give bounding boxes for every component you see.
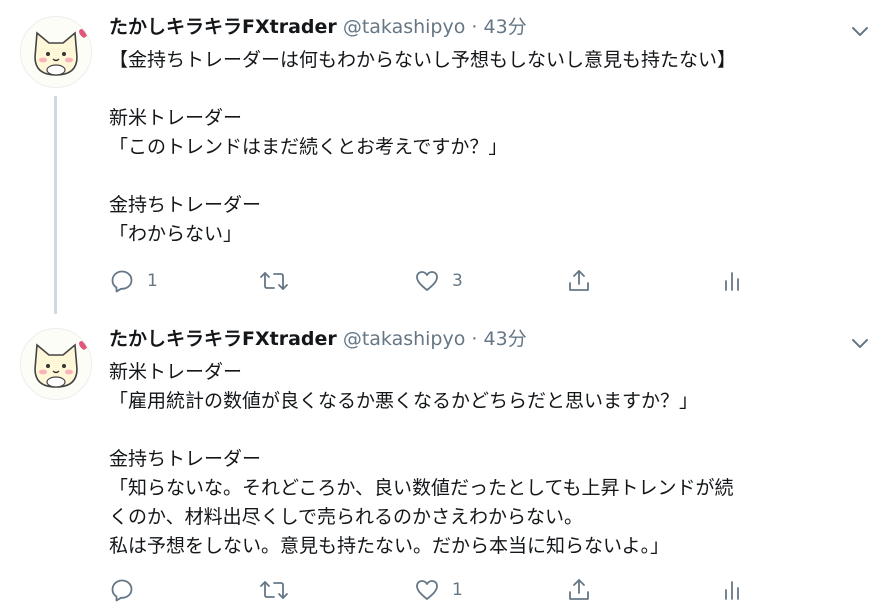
more-options-button[interactable] — [849, 20, 871, 42]
analytics-button[interactable] — [721, 266, 743, 296]
tweet-actions: 1 — [109, 575, 869, 605]
chevron-down-icon — [852, 339, 868, 348]
timestamp[interactable]: 43分 — [484, 328, 527, 350]
user-handle[interactable]: @takashipyo — [343, 328, 466, 350]
tweet-actions: 1 3 — [109, 266, 869, 296]
more-options-button[interactable] — [849, 332, 871, 354]
analytics-button[interactable] — [721, 575, 743, 605]
display-name[interactable]: たかしキラキラFXtrader — [109, 328, 337, 350]
display-name[interactable]: たかしキラキラFXtrader — [109, 16, 337, 38]
share-button[interactable] — [566, 266, 592, 296]
user-handle[interactable]: @takashipyo — [343, 16, 466, 38]
tweet-1[interactable]: たかしキラキラFXtrader @takashipyo · 43分 【金持ちトレ… — [0, 0, 891, 320]
avatar[interactable] — [20, 16, 92, 88]
like-count: 3 — [452, 271, 463, 291]
tweet-2[interactable]: たかしキラキラFXtrader @takashipyo · 43分 新米トレーダ… — [0, 320, 891, 616]
separator-dot: · — [471, 16, 478, 38]
tweet-header: たかしキラキラFXtrader @takashipyo · 43分 — [109, 14, 527, 40]
reply-icon — [111, 579, 133, 602]
share-icon — [569, 579, 589, 600]
reply-icon — [111, 270, 133, 293]
reply-button[interactable]: 1 — [109, 266, 158, 296]
tweet-header: たかしキラキラFXtrader @takashipyo · 43分 — [109, 326, 527, 352]
tweet-text: 新米トレーダー 「雇用統計の数値が良くなるか悪くなるかどちらだと思いますか？」 … — [109, 361, 734, 557]
analytics-icon — [725, 272, 739, 291]
avatar[interactable] — [20, 328, 92, 400]
reply-button[interactable] — [109, 575, 147, 605]
timestamp[interactable]: 43分 — [484, 16, 527, 38]
tweet-text: 【金持ちトレーダーは何もわからないし予想もしないし意見も持たない】 新米トレーダ… — [109, 49, 737, 245]
retweet-button[interactable] — [259, 575, 301, 605]
like-count: 1 — [452, 580, 463, 600]
thread-line — [54, 96, 57, 314]
analytics-icon — [725, 581, 739, 600]
retweet-icon — [260, 272, 288, 290]
heart-icon — [416, 271, 438, 291]
separator-dot: · — [471, 328, 478, 350]
like-button[interactable]: 3 — [414, 266, 463, 296]
retweet-icon — [260, 581, 288, 599]
chevron-down-icon — [852, 27, 868, 36]
retweet-button[interactable] — [259, 266, 301, 296]
reply-count: 1 — [147, 271, 158, 291]
cat-avatar-icon — [34, 341, 89, 388]
share-button[interactable] — [566, 575, 592, 605]
share-icon — [569, 270, 589, 291]
cat-avatar-icon — [34, 29, 89, 76]
heart-icon — [416, 580, 438, 600]
like-button[interactable]: 1 — [414, 575, 463, 605]
